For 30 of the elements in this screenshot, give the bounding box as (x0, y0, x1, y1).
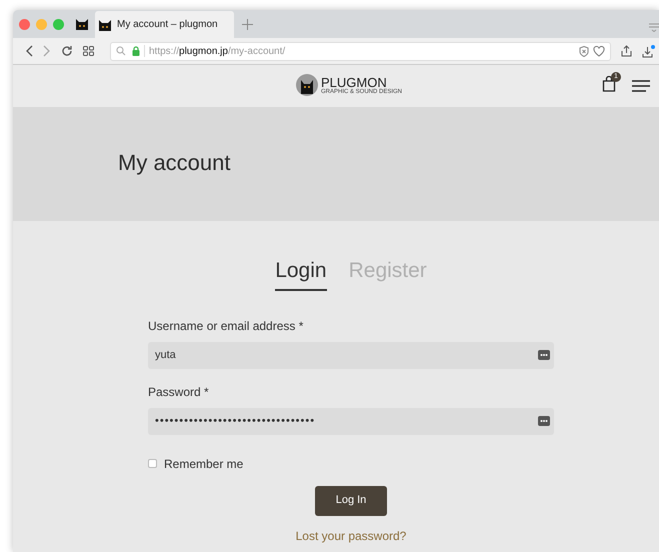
lock-icon (132, 46, 140, 56)
logo-name: PLUGMON (321, 76, 387, 88)
form-tab[interactable]: Login (275, 255, 327, 290)
grid-icon[interactable] (83, 46, 94, 56)
logo-icon (296, 74, 318, 96)
reload-icon[interactable] (61, 45, 73, 57)
checkbox[interactable] (148, 459, 157, 468)
page-title: My account (118, 148, 230, 177)
cat-icon[interactable] (75, 17, 89, 31)
address-field[interactable]: https://plugmon.jp/my-account/ (110, 42, 611, 60)
bag-icon[interactable] (602, 76, 616, 92)
shield-icon[interactable] (579, 46, 589, 56)
url-text: https://plugmon.jp/my-account/ (149, 44, 286, 58)
share-icon[interactable] (621, 45, 632, 57)
autofill-icon[interactable] (538, 350, 550, 360)
field-label: Username or email address * (148, 318, 304, 334)
input-field[interactable]: ••••••••••••••••••••••••••••••••• (148, 408, 554, 434)
checkbox-label: Remember me (164, 456, 244, 472)
field-label: Password * (148, 384, 210, 400)
autofill-icon[interactable] (538, 416, 550, 426)
download-icon[interactable] (642, 44, 655, 58)
cat-icon (98, 18, 112, 32)
search-icon (116, 46, 128, 56)
back-icon[interactable] (25, 45, 33, 57)
input-field[interactable]: yuta (148, 342, 554, 368)
lost-password-link[interactable]: Lost your password? (296, 526, 406, 544)
menu-icon[interactable] (632, 80, 650, 92)
browser-tab[interactable]: My account – plugmon (95, 11, 234, 38)
login-button[interactable]: Log In (315, 486, 387, 516)
heart-icon[interactable] (593, 46, 605, 56)
